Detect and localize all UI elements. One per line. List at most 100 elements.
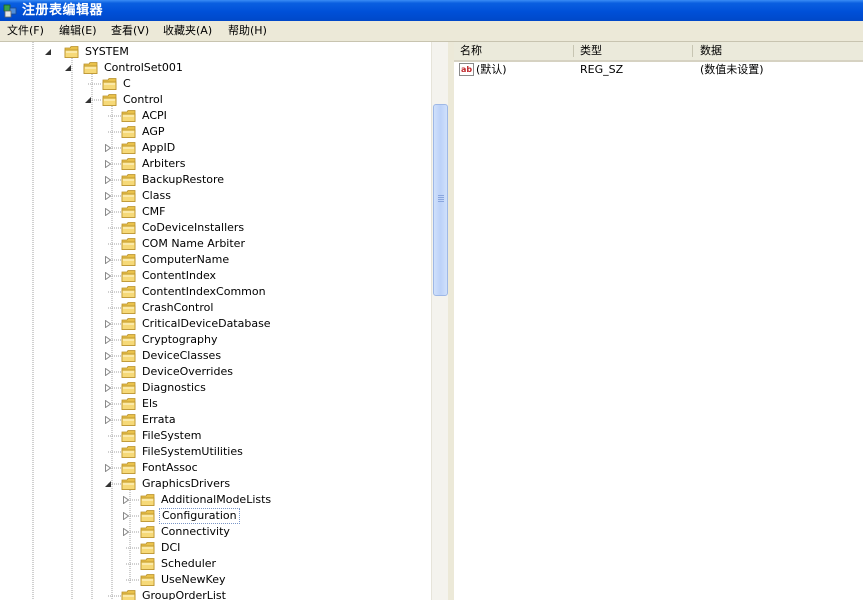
folder-icon — [121, 430, 136, 442]
tree-item[interactable]: Els — [0, 396, 431, 412]
window-title: 注册表编辑器 — [22, 3, 104, 18]
tree-item[interactable]: Connectivity — [0, 524, 431, 540]
registry-key-tree[interactable]: SYSTEM ControlSet001 C Control ACPI AGP AppID A… — [0, 42, 431, 600]
folder-icon — [121, 142, 136, 154]
tree-item[interactable]: Diagnostics — [0, 380, 431, 396]
collapsed-triangle-icon[interactable] — [104, 208, 112, 216]
folder-icon — [121, 270, 136, 282]
tree-item-label: CrashControl — [142, 301, 214, 314]
folder-icon — [121, 238, 136, 250]
folder-icon — [121, 590, 136, 600]
collapsed-triangle-icon[interactable] — [122, 496, 130, 504]
tree-item[interactable]: DeviceOverrides — [0, 364, 431, 380]
folder-icon — [121, 350, 136, 362]
expanded-triangle-icon[interactable] — [64, 64, 72, 72]
tree-item[interactable]: CrashControl — [0, 300, 431, 316]
collapsed-triangle-icon[interactable] — [104, 144, 112, 152]
tree-item[interactable]: COM Name Arbiter — [0, 236, 431, 252]
tree-item[interactable]: UseNewKey — [0, 572, 431, 588]
tree-item-label: Diagnostics — [142, 381, 206, 394]
scrollbar-thumb[interactable] — [433, 104, 448, 296]
tree-item-label: SYSTEM — [85, 45, 129, 58]
column-header-data[interactable]: 数据 — [694, 42, 863, 60]
tree-item[interactable]: SYSTEM — [0, 44, 431, 60]
tree-vertical-scrollbar[interactable] — [431, 42, 448, 600]
collapsed-triangle-icon[interactable] — [104, 400, 112, 408]
tree-item[interactable]: GroupOrderList — [0, 588, 431, 600]
collapsed-triangle-icon[interactable] — [104, 464, 112, 472]
tree-item[interactable]: AppID — [0, 140, 431, 156]
folder-icon — [121, 158, 136, 170]
tree-item-label: CMF — [142, 205, 166, 218]
tree-item-label: ContentIndexCommon — [142, 285, 266, 298]
folder-icon — [121, 382, 136, 394]
tree-item[interactable]: FileSystem — [0, 428, 431, 444]
collapsed-triangle-icon[interactable] — [104, 272, 112, 280]
collapsed-triangle-icon[interactable] — [104, 320, 112, 328]
values-list[interactable]: 名称 类型 数据 ab (默认) REG_SZ (数值未设置) — [454, 42, 863, 600]
tree-item[interactable]: ContentIndexCommon — [0, 284, 431, 300]
collapsed-triangle-icon[interactable] — [104, 368, 112, 376]
tree-item[interactable]: DeviceClasses — [0, 348, 431, 364]
tree-item-label: FontAssoc — [142, 461, 198, 474]
expanded-triangle-icon[interactable] — [84, 96, 92, 104]
registry-editor-icon — [3, 4, 17, 18]
collapsed-triangle-icon[interactable] — [122, 512, 130, 520]
tree-item[interactable]: AGP — [0, 124, 431, 140]
tree-item[interactable]: FileSystemUtilities — [0, 444, 431, 460]
expanded-triangle-icon[interactable] — [104, 480, 112, 488]
tree-item[interactable]: Cryptography — [0, 332, 431, 348]
tree-item[interactable]: ComputerName — [0, 252, 431, 268]
collapsed-triangle-icon[interactable] — [104, 352, 112, 360]
menu-favorites[interactable]: 收藏夹(A) — [162, 24, 213, 38]
tree-item[interactable]: AdditionalModeLists — [0, 492, 431, 508]
menu-view[interactable]: 查看(V) — [110, 24, 150, 38]
tree-item[interactable]: DCI — [0, 540, 431, 556]
collapsed-triangle-icon[interactable] — [104, 160, 112, 168]
tree-item[interactable]: Configuration — [0, 508, 431, 524]
collapsed-triangle-icon[interactable] — [104, 192, 112, 200]
column-divider[interactable] — [692, 45, 693, 57]
collapsed-triangle-icon[interactable] — [104, 416, 112, 424]
tree-item[interactable]: CMF — [0, 204, 431, 220]
expanded-triangle-icon[interactable] — [44, 48, 52, 56]
tree-item[interactable]: ControlSet001 — [0, 60, 431, 76]
tree-item[interactable]: CoDeviceInstallers — [0, 220, 431, 236]
folder-icon — [121, 174, 136, 186]
collapsed-triangle-icon[interactable] — [122, 528, 130, 536]
collapsed-triangle-icon[interactable] — [104, 256, 112, 264]
folder-icon — [140, 526, 155, 538]
tree-item[interactable]: Arbiters — [0, 156, 431, 172]
tree-item-label: CoDeviceInstallers — [142, 221, 245, 234]
collapsed-triangle-icon[interactable] — [104, 176, 112, 184]
tree-item[interactable]: ContentIndex — [0, 268, 431, 284]
tree-item-label: ACPI — [142, 109, 167, 122]
column-header-name[interactable]: 名称 — [454, 42, 574, 60]
tree-item-label: BackupRestore — [142, 173, 225, 186]
list-row[interactable]: ab (默认) REG_SZ (数值未设置) — [454, 62, 863, 78]
tree-item[interactable]: Control — [0, 92, 431, 108]
collapsed-triangle-icon[interactable] — [104, 384, 112, 392]
tree-item[interactable]: ACPI — [0, 108, 431, 124]
tree-item[interactable]: BackupRestore — [0, 172, 431, 188]
menu-help[interactable]: 帮助(H) — [227, 24, 268, 38]
tree-item[interactable]: Class — [0, 188, 431, 204]
tree-item[interactable]: C — [0, 76, 431, 92]
tree-item-label: AdditionalModeLists — [161, 493, 272, 506]
folder-icon — [121, 254, 136, 266]
folder-icon — [121, 446, 136, 458]
tree-item[interactable]: CriticalDeviceDatabase — [0, 316, 431, 332]
tree-item[interactable]: Errata — [0, 412, 431, 428]
column-header-type[interactable]: 类型 — [574, 42, 693, 60]
tree-item-label: FileSystem — [142, 429, 202, 442]
tree-item-label: CriticalDeviceDatabase — [142, 317, 271, 330]
tree-item[interactable]: GraphicsDrivers — [0, 476, 431, 492]
tree-item[interactable]: FontAssoc — [0, 460, 431, 476]
tree-item[interactable]: Scheduler — [0, 556, 431, 572]
menu-file[interactable]: 文件(F) — [6, 24, 45, 38]
collapsed-triangle-icon[interactable] — [104, 336, 112, 344]
menu-edit[interactable]: 编辑(E) — [58, 24, 98, 38]
tree-item-label: ContentIndex — [142, 269, 217, 282]
tree-item-label: UseNewKey — [161, 573, 226, 586]
tree-item-label: Control — [123, 93, 163, 106]
